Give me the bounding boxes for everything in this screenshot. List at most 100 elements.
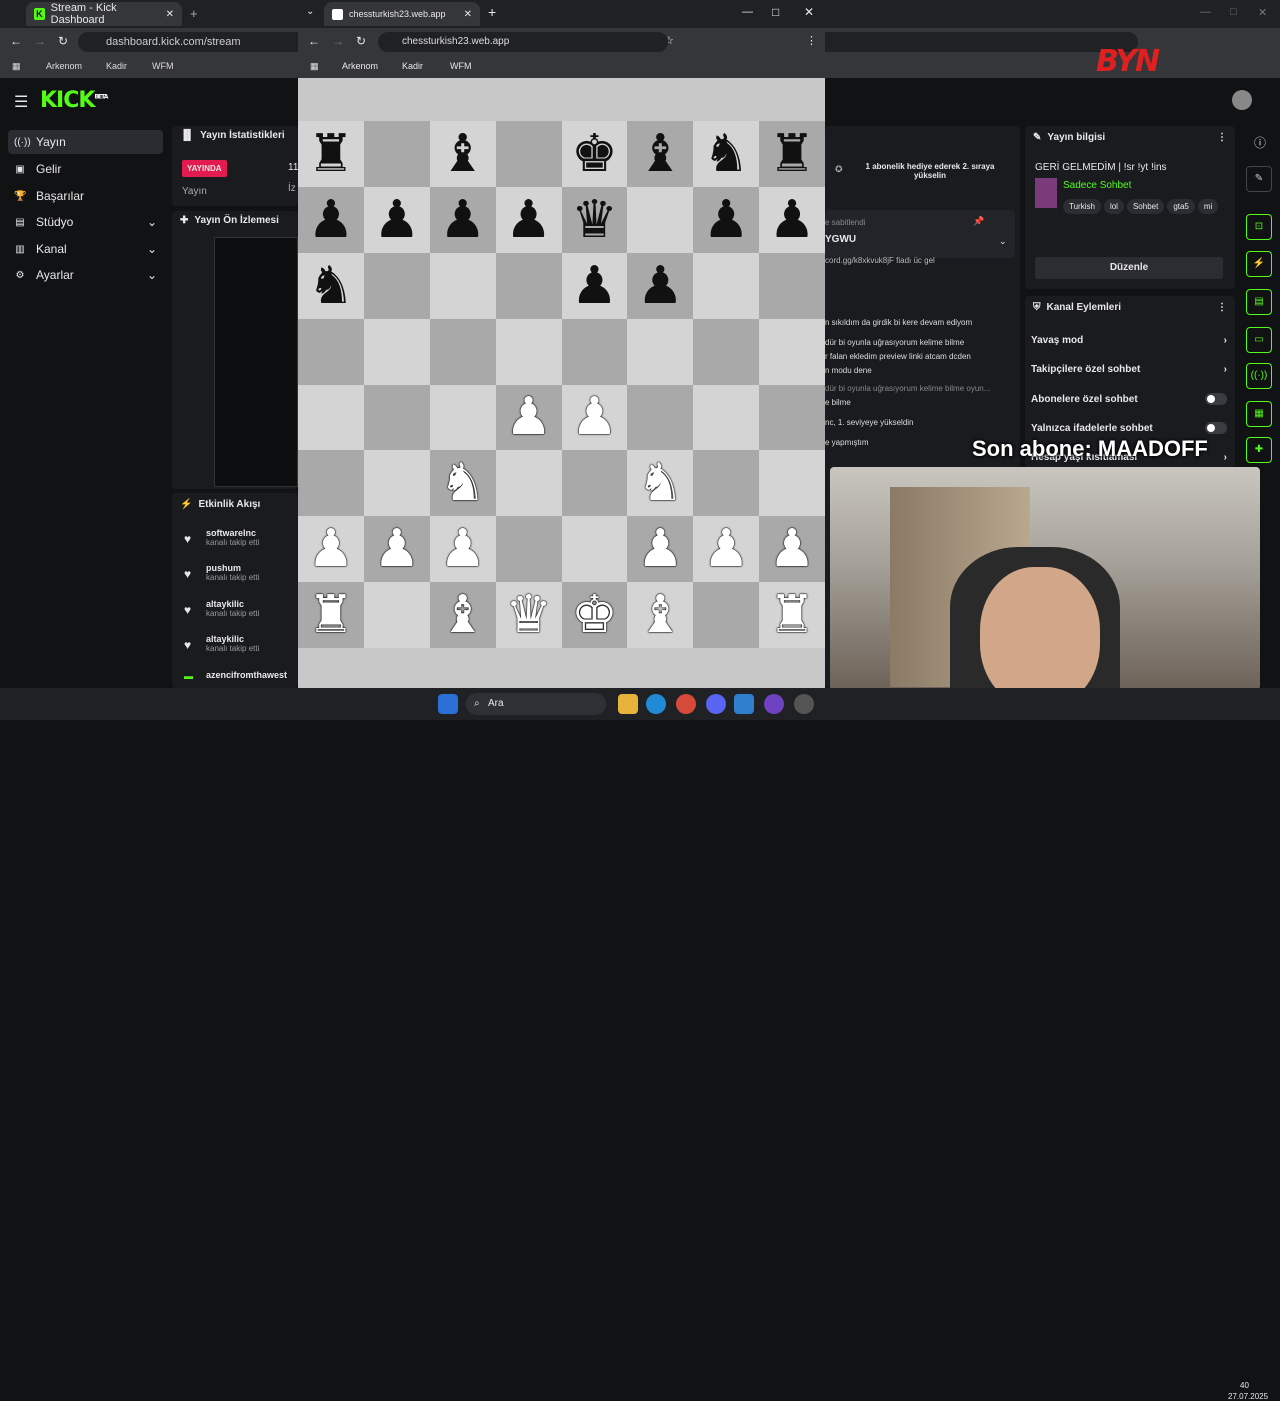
board-square[interactable] bbox=[298, 318, 364, 385]
chess-address-bar[interactable]: chessturkish23.web.app bbox=[378, 32, 668, 52]
tab-kick-dashboard[interactable]: K Stream - Kick Dashboard ✕ bbox=[26, 2, 182, 26]
maximize-icon[interactable]: □ bbox=[1230, 6, 1237, 18]
board-square[interactable] bbox=[429, 318, 496, 385]
vscode-icon[interactable] bbox=[734, 694, 754, 714]
stream-preview-thumbnail[interactable] bbox=[214, 237, 298, 487]
file-explorer-icon[interactable] bbox=[618, 694, 638, 714]
bookmark-wfm[interactable]: WFM bbox=[152, 61, 174, 71]
board-square[interactable]: ♟ bbox=[429, 516, 496, 583]
white-pawn-icon[interactable]: ♟ bbox=[703, 523, 750, 575]
more-icon[interactable]: ⋮ bbox=[1217, 302, 1227, 313]
sidebar-item-yayin[interactable]: ((·)) Yayın bbox=[8, 130, 163, 154]
rail-broadcast-icon[interactable]: ((·)) bbox=[1246, 363, 1272, 389]
reload-icon[interactable]: ↻ bbox=[356, 34, 366, 48]
black-rook-icon[interactable]: ♜ bbox=[308, 128, 355, 180]
board-square[interactable] bbox=[627, 318, 694, 385]
white-pawn-icon[interactable]: ♟ bbox=[505, 391, 552, 443]
bookmark-arkenom[interactable]: Arkenom bbox=[46, 61, 82, 71]
black-rook-icon[interactable]: ♜ bbox=[769, 128, 816, 180]
back-icon[interactable]: ← bbox=[308, 34, 320, 48]
board-square[interactable] bbox=[561, 450, 628, 517]
white-bishop-icon[interactable]: ♝ bbox=[637, 589, 684, 641]
white-rook-icon[interactable]: ♜ bbox=[769, 589, 816, 641]
board-square[interactable]: ♛ bbox=[495, 582, 562, 648]
board-square[interactable]: ♟ bbox=[759, 186, 825, 253]
category-name[interactable]: Sadece Sohbet bbox=[1063, 180, 1131, 191]
board-square[interactable] bbox=[561, 516, 628, 583]
board-square[interactable] bbox=[363, 582, 430, 648]
board-square[interactable]: ♞ bbox=[298, 252, 364, 319]
close-window-icon[interactable]: ✕ bbox=[804, 5, 814, 19]
sidebar-item-studyo[interactable]: ▤ Stüdyo ⌄ bbox=[8, 210, 163, 234]
board-square[interactable]: ♟ bbox=[693, 186, 760, 253]
black-pawn-icon[interactable]: ♟ bbox=[505, 194, 552, 246]
board-square[interactable] bbox=[759, 384, 825, 451]
rail-lightning-icon[interactable]: ⚡ bbox=[1246, 251, 1272, 277]
board-square[interactable]: ♞ bbox=[627, 450, 694, 517]
rail-wrench-icon[interactable]: ✚ bbox=[1246, 437, 1272, 463]
chevron-down-icon[interactable]: ⌄ bbox=[999, 236, 1007, 247]
new-tab-icon[interactable]: + bbox=[488, 4, 496, 20]
taskbar-search[interactable]: Ara bbox=[466, 693, 606, 715]
bookmark-arkenom[interactable]: Arkenom bbox=[342, 61, 378, 71]
settings-icon[interactable] bbox=[794, 694, 814, 714]
board-square[interactable] bbox=[363, 450, 430, 517]
board-square[interactable]: ♟ bbox=[363, 186, 430, 253]
edit-icon[interactable]: ✎ bbox=[1246, 166, 1272, 192]
board-square[interactable] bbox=[627, 186, 694, 253]
edit-button[interactable]: Düzenle bbox=[1035, 257, 1223, 279]
rail-doc-icon[interactable]: ▤ bbox=[1246, 289, 1272, 315]
black-queen-icon[interactable]: ♛ bbox=[571, 194, 618, 246]
info-icon[interactable]: ⓘ bbox=[1254, 134, 1266, 151]
board-square[interactable] bbox=[627, 384, 694, 451]
board-square[interactable] bbox=[693, 384, 760, 451]
black-knight-icon[interactable]: ♞ bbox=[308, 260, 355, 312]
board-square[interactable]: ♟ bbox=[759, 516, 825, 583]
board-square[interactable]: ♝ bbox=[429, 121, 496, 187]
white-pawn-icon[interactable]: ♟ bbox=[374, 523, 421, 575]
action-slow-mode[interactable]: Yavaş mod › bbox=[1031, 335, 1227, 346]
tab-chess[interactable]: chessturkish23.web.app ✕ bbox=[324, 2, 480, 26]
white-knight-icon[interactable]: ♞ bbox=[439, 457, 486, 509]
board-square[interactable] bbox=[495, 318, 562, 385]
board-square[interactable] bbox=[693, 252, 760, 319]
board-square[interactable] bbox=[429, 384, 496, 451]
forward-icon[interactable]: → bbox=[332, 34, 344, 48]
board-square[interactable] bbox=[759, 450, 825, 517]
discord-icon[interactable] bbox=[706, 694, 726, 714]
back-icon[interactable]: ← bbox=[10, 34, 22, 48]
board-square[interactable] bbox=[693, 318, 760, 385]
more-icon[interactable]: ⋮ bbox=[806, 34, 817, 47]
board-square[interactable]: ♟ bbox=[363, 516, 430, 583]
minimize-icon[interactable]: — bbox=[1200, 6, 1211, 18]
board-square[interactable] bbox=[363, 121, 430, 187]
action-followers-only[interactable]: Takipçilere özel sohbet › bbox=[1031, 364, 1227, 375]
white-pawn-icon[interactable]: ♟ bbox=[769, 523, 816, 575]
board-square[interactable]: ♟ bbox=[627, 516, 694, 583]
sidebar-item-kanal[interactable]: ▥ Kanal ⌄ bbox=[8, 237, 163, 261]
board-square[interactable]: ♝ bbox=[627, 582, 694, 648]
board-square[interactable] bbox=[759, 318, 825, 385]
board-square[interactable] bbox=[298, 450, 364, 517]
board-square[interactable]: ♟ bbox=[627, 252, 694, 319]
board-square[interactable]: ♝ bbox=[627, 121, 694, 187]
kick-logo[interactable]: KICKBETA bbox=[40, 88, 108, 113]
maximize-icon[interactable]: □ bbox=[772, 5, 779, 19]
board-square[interactable] bbox=[759, 252, 825, 319]
board-square[interactable]: ♟ bbox=[429, 186, 496, 253]
bookmark-kadir[interactable]: Kadir bbox=[402, 61, 423, 71]
black-pawn-icon[interactable]: ♟ bbox=[439, 194, 486, 246]
board-square[interactable] bbox=[495, 450, 562, 517]
edge-icon[interactable] bbox=[646, 694, 666, 714]
black-pawn-icon[interactable]: ♟ bbox=[769, 194, 816, 246]
forward-icon[interactable]: → bbox=[34, 34, 46, 48]
board-square[interactable]: ♞ bbox=[693, 121, 760, 187]
board-square[interactable]: ♞ bbox=[429, 450, 496, 517]
board-square[interactable]: ♜ bbox=[298, 121, 364, 187]
board-square[interactable] bbox=[693, 450, 760, 517]
board-square[interactable] bbox=[429, 252, 496, 319]
white-knight-icon[interactable]: ♞ bbox=[637, 457, 684, 509]
board-square[interactable] bbox=[298, 384, 364, 451]
board-square[interactable] bbox=[495, 121, 562, 187]
board-square[interactable]: ♟ bbox=[561, 384, 628, 451]
